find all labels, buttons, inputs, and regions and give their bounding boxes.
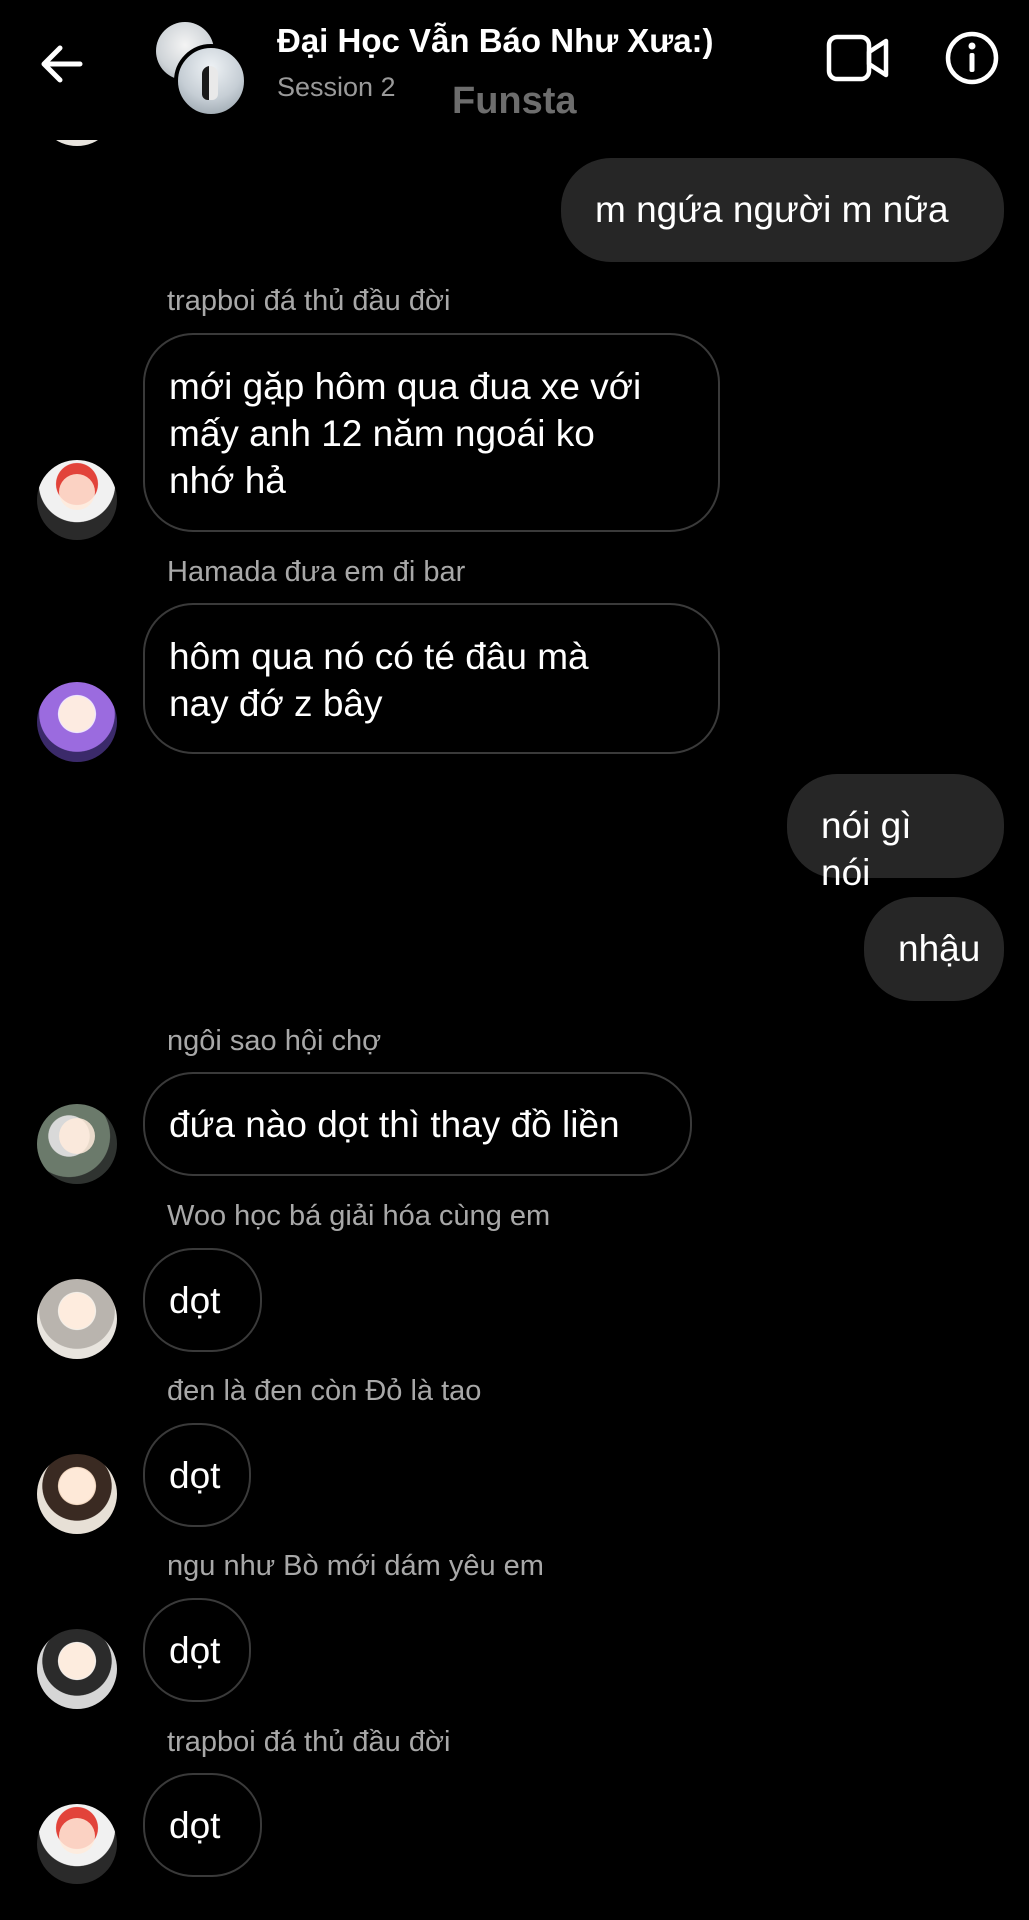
sender-avatar[interactable] [37, 1804, 117, 1884]
sender-name: ngôi sao hội chợ [167, 1025, 382, 1057]
sender-avatar[interactable] [37, 682, 117, 762]
message-text: dọt [169, 1805, 221, 1846]
chat-header: Đại Học Vẫn Báo Như Xưa:) Session 2 Funs… [0, 0, 1029, 140]
incoming-message-bubble[interactable]: mới gặp hôm qua đua xe với mấy anh 12 nă… [143, 333, 720, 532]
sender-avatar[interactable] [37, 1629, 117, 1709]
back-button[interactable] [34, 36, 90, 92]
group-title[interactable]: Đại Học Vẫn Báo Như Xưa:) [277, 22, 714, 60]
watermark-text: Funsta [452, 80, 577, 122]
chat-screen: Đại Học Vẫn Báo Như Xưa:) Session 2 Funs… [0, 0, 1029, 1920]
sender-name: Hamada đưa em đi bar [167, 556, 466, 588]
message-line: hôm qua nó có té đâu mà [169, 636, 589, 677]
incoming-message-bubble[interactable]: hôm qua nó có té đâu mà nay đớ z bây [143, 603, 720, 754]
sender-name: trapboi đá thủ đầu đời [167, 1726, 451, 1758]
message-line: nhớ hả [169, 460, 286, 501]
incoming-message-bubble[interactable]: dọt [143, 1423, 251, 1527]
message-line: nay đớ z bây [169, 683, 383, 724]
sender-avatar[interactable] [37, 1454, 117, 1534]
sender-avatar[interactable] [37, 1279, 117, 1359]
incoming-message-bubble[interactable]: đứa nào dọt thì thay đồ liền [143, 1072, 692, 1176]
incoming-message-bubble[interactable]: dọt [143, 1598, 251, 1702]
sender-name: Woo học bá giải hóa cùng em [167, 1200, 551, 1232]
incoming-message-bubble[interactable]: dọt [143, 1773, 262, 1877]
message-line: mấy anh 12 năm ngoái ko [169, 413, 595, 454]
message-text: nhậu [898, 928, 981, 969]
outgoing-message-bubble[interactable]: m ngứa người m nữa [561, 158, 1004, 262]
group-avatar[interactable] [156, 22, 248, 118]
sender-name: đen là đen còn Đỏ là tao [167, 1375, 482, 1407]
message-text: dọt [169, 1455, 221, 1496]
message-text: m ngứa người m nữa [595, 189, 949, 230]
group-avatar-front [174, 44, 248, 118]
video-camera-icon [826, 34, 889, 82]
info-button[interactable] [944, 30, 1000, 86]
sender-avatar[interactable] [37, 460, 117, 540]
outgoing-message-bubble[interactable]: nói gì nói [787, 774, 1004, 893]
message-line: mới gặp hôm qua đua xe với [169, 366, 642, 407]
message-text: dọt [169, 1630, 221, 1671]
video-call-button[interactable] [826, 32, 890, 84]
sender-name: trapboi đá thủ đầu đời [167, 285, 451, 317]
arrow-left-icon [41, 45, 83, 83]
sender-avatar[interactable] [37, 1104, 117, 1184]
outgoing-message-bubble[interactable]: nhậu [864, 897, 1004, 1001]
message-text: đứa nào dọt thì thay đồ liền [169, 1104, 620, 1145]
message-text: nói gì nói [821, 805, 912, 893]
sender-name: ngu như Bò mới dám yêu em [167, 1550, 544, 1582]
incoming-message-bubble[interactable]: dọt [143, 1248, 262, 1352]
message-text: dọt [169, 1280, 221, 1321]
info-circle-icon [945, 31, 999, 85]
group-subtitle: Session 2 [277, 72, 396, 102]
